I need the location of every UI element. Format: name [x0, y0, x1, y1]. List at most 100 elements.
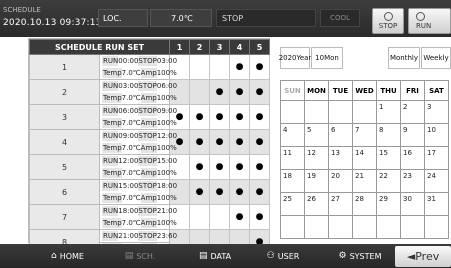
- schedule-row[interactable]: 7 RUN 18:00 STOP 21:00 Temp 7.0℃ Amp 100% ● ●: [29, 204, 270, 230]
- day-3-cell[interactable]: ●: [209, 104, 230, 130]
- day-5-cell[interactable]: ●: [249, 104, 270, 130]
- schedule-row[interactable]: 3 RUN 06:00 STOP 09:00 Temp 7.0℃ Amp 100% ● ● ● ● ●: [29, 104, 270, 130]
- day-3-cell[interactable]: [209, 204, 230, 230]
- calendar-day-cell[interactable]: 14: [352, 146, 377, 170]
- calendar-day-cell[interactable]: 7: [352, 123, 377, 147]
- calendar-day-cell[interactable]: 27: [328, 192, 353, 216]
- calendar-day-cell[interactable]: 1: [376, 100, 401, 124]
- calendar-day-cell[interactable]: 31: [424, 192, 449, 216]
- row-detail[interactable]: RUN 15:00 STOP 18:00 Temp 7.0℃ Amp 100%: [99, 179, 177, 205]
- stop-button[interactable]: STOP: [372, 8, 404, 34]
- temp-setpoint[interactable]: 7.0℃: [122, 69, 141, 77]
- stop-time[interactable]: 21:00: [157, 207, 177, 215]
- day-2-cell[interactable]: ●: [189, 154, 210, 180]
- stop-time[interactable]: 12:00: [157, 132, 177, 140]
- calendar-day-cell[interactable]: [352, 215, 377, 239]
- nav-data[interactable]: ▤ DATA: [190, 244, 240, 268]
- nav-schedule[interactable]: ▤ SCH.: [115, 244, 165, 268]
- calendar-day-cell[interactable]: 30: [400, 192, 425, 216]
- day-3-cell[interactable]: ●: [209, 179, 230, 205]
- day-4-cell[interactable]: ●: [229, 54, 250, 80]
- calendar-day-cell[interactable]: [424, 215, 449, 239]
- amp-value[interactable]: 100%: [157, 219, 177, 227]
- calendar-day-cell[interactable]: 24: [424, 169, 449, 193]
- calendar-day-cell[interactable]: 8: [376, 123, 401, 147]
- row-detail[interactable]: RUN 12:00 STOP 15:00 Temp 7.0℃ Amp 100%: [99, 154, 177, 180]
- calendar-day-cell[interactable]: 12: [304, 146, 329, 170]
- day-4-cell[interactable]: ●: [229, 79, 250, 105]
- row-detail[interactable]: RUN 03:00 STOP 06:00 Temp 7.0℃ Amp 100%: [99, 79, 177, 105]
- row-detail[interactable]: RUN 09:00 STOP 12:00 Temp 7.0℃ Amp 100%: [99, 129, 177, 155]
- amp-value[interactable]: 100%: [157, 144, 177, 152]
- calendar-day-cell[interactable]: 20: [328, 169, 353, 193]
- day-4-cell[interactable]: ●: [229, 129, 250, 155]
- day-2-cell[interactable]: [189, 204, 210, 230]
- amp-value[interactable]: 100%: [157, 169, 177, 177]
- run-time[interactable]: 03:00: [118, 82, 138, 90]
- temp-setpoint[interactable]: 7.0℃: [122, 219, 141, 227]
- day-2-cell[interactable]: ●: [189, 129, 210, 155]
- calendar-day-cell[interactable]: 17: [424, 146, 449, 170]
- calendar-day-cell[interactable]: 26: [304, 192, 329, 216]
- day-3-cell[interactable]: ●: [209, 79, 230, 105]
- schedule-row[interactable]: 4 RUN 09:00 STOP 12:00 Temp 7.0℃ Amp 100% ● ● ● ● ●: [29, 129, 270, 155]
- calendar-day-cell[interactable]: 19: [304, 169, 329, 193]
- amp-value[interactable]: 100%: [157, 194, 177, 202]
- run-time[interactable]: 12:00: [118, 157, 138, 165]
- stop-time[interactable]: 23:60: [157, 232, 177, 240]
- row-detail[interactable]: RUN 00:00 STOP 03:00 Temp 7.0℃ Amp 100%: [99, 54, 177, 80]
- row-detail[interactable]: RUN 06:00 STOP 09:00 Temp 7.0℃ Amp 100%: [99, 104, 177, 130]
- calendar-day-cell[interactable]: [352, 100, 377, 124]
- schedule-row[interactable]: 1 RUN 00:00 STOP 03:00 Temp 7.0℃ Amp 100% ● ●: [29, 54, 270, 80]
- amp-value[interactable]: 100%: [157, 69, 177, 77]
- run-time[interactable]: 09:00: [118, 132, 138, 140]
- calendar-day-cell[interactable]: [280, 215, 305, 239]
- day-5-cell[interactable]: ●: [249, 154, 270, 180]
- day-3-cell[interactable]: [209, 54, 230, 80]
- temp-setpoint[interactable]: 7.0℃: [122, 144, 141, 152]
- day-2-cell[interactable]: ●: [189, 179, 210, 205]
- day-4-cell[interactable]: ●: [229, 104, 250, 130]
- calendar-day-cell[interactable]: [280, 100, 305, 124]
- day-4-cell[interactable]: ●: [229, 179, 250, 205]
- day-2-cell[interactable]: [189, 79, 210, 105]
- monthly-view-button[interactable]: Monthly: [388, 47, 420, 69]
- run-time[interactable]: 21:00: [118, 232, 138, 240]
- calendar-day-cell[interactable]: 10: [424, 123, 449, 147]
- run-time[interactable]: 06:00: [118, 107, 138, 115]
- prev-button[interactable]: ◄Prev: [395, 246, 451, 267]
- day-3-cell[interactable]: ●: [209, 154, 230, 180]
- nav-system[interactable]: ⚙ SYSTEM: [330, 244, 390, 268]
- calendar-day-cell[interactable]: [376, 215, 401, 239]
- calendar-day-cell[interactable]: 22: [376, 169, 401, 193]
- calendar-day-cell[interactable]: [304, 100, 329, 124]
- calendar-day-cell[interactable]: 25: [280, 192, 305, 216]
- calendar-day-cell[interactable]: [400, 215, 425, 239]
- day-4-cell[interactable]: ●: [229, 204, 250, 230]
- calendar-day-cell[interactable]: 18: [280, 169, 305, 193]
- calendar-day-cell[interactable]: 5: [304, 123, 329, 147]
- weekly-view-button[interactable]: Weekly: [421, 47, 451, 69]
- calendar-day-cell[interactable]: 29: [376, 192, 401, 216]
- month-selector[interactable]: 10Mon: [311, 47, 343, 69]
- calendar-day-cell[interactable]: 11: [280, 146, 305, 170]
- temp-setpoint[interactable]: 7.0℃: [122, 94, 141, 102]
- run-button[interactable]: RUN: [408, 8, 451, 34]
- schedule-row[interactable]: 6 RUN 15:00 STOP 18:00 Temp 7.0℃ Amp 100% ● ● ● ●: [29, 179, 270, 205]
- stop-time[interactable]: 15:00: [157, 157, 177, 165]
- calendar-day-cell[interactable]: 16: [400, 146, 425, 170]
- schedule-row[interactable]: 2 RUN 03:00 STOP 06:00 Temp 7.0℃ Amp 100% ● ● ●: [29, 79, 270, 105]
- calendar-day-cell[interactable]: 6: [328, 123, 353, 147]
- row-detail[interactable]: RUN 18:00 STOP 21:00 Temp 7.0℃ Amp 100%: [99, 204, 177, 230]
- year-selector[interactable]: 2020Year: [279, 47, 311, 69]
- calendar-day-cell[interactable]: 15: [376, 146, 401, 170]
- schedule-row[interactable]: 5 RUN 12:00 STOP 15:00 Temp 7.0℃ Amp 100% ● ● ● ●: [29, 154, 270, 180]
- stop-time[interactable]: 18:00: [157, 182, 177, 190]
- calendar-day-cell[interactable]: 13: [328, 146, 353, 170]
- run-time[interactable]: 00:00: [118, 57, 138, 65]
- day-4-cell[interactable]: ●: [229, 154, 250, 180]
- day-2-cell[interactable]: ●: [189, 104, 210, 130]
- run-time[interactable]: 15:00: [118, 182, 138, 190]
- stop-time[interactable]: 06:00: [157, 82, 177, 90]
- temp-setpoint[interactable]: 7.0℃: [122, 169, 141, 177]
